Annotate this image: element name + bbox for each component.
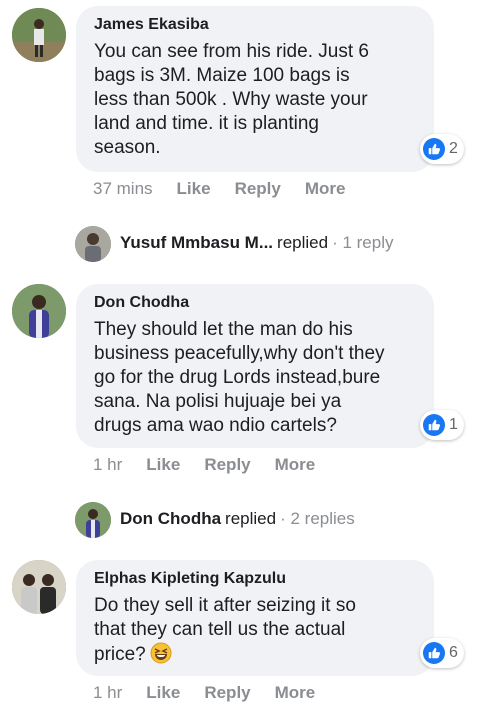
replied-label: replied [225,509,277,528]
like-icon [423,138,445,160]
comment-author[interactable]: James Ekasiba [94,15,416,35]
comment-text: Do they sell it after seizing it so that… [94,594,416,667]
replier-name: Don Chodha [120,509,222,528]
avatar-james-ekasiba[interactable] [12,8,66,62]
like-button[interactable]: Like [146,683,180,703]
view-replies-link[interactable]: Yusuf Mmbasu M... replied · 1 reply [120,233,394,253]
avatar-elphas-kipleting[interactable] [12,560,66,614]
comment-bubble: Elphas Kipleting Kapzulu Do they sell it… [76,560,434,676]
view-replies-link[interactable]: Don Chodha replied · 2 replies [120,509,355,529]
like-button[interactable]: Like [146,455,180,475]
reaction-badge[interactable]: 2 [420,134,464,164]
more-button[interactable]: More [305,179,346,199]
reply-button[interactable]: Reply [204,683,250,703]
comment-text: They should let the man do his business … [94,319,385,436]
comment-actions: 1 hr Like Reply More [93,455,339,475]
comment-actions: 1 hr Like Reply More [93,683,339,703]
comment-bubble: James Ekasiba You can see from his ride.… [76,6,434,172]
more-button[interactable]: More [275,455,316,475]
avatar-don-chodha-small[interactable] [75,502,111,538]
comment-timestamp[interactable]: 1 hr [93,455,122,475]
like-icon [423,642,445,664]
grinning-squinting-face-icon [150,642,172,664]
more-button[interactable]: More [275,683,316,703]
comment-author[interactable]: Elphas Kipleting Kapzulu [94,569,416,589]
reply-count: · 2 replies [280,509,355,528]
reaction-count: 2 [449,140,458,157]
reply-button[interactable]: Reply [235,179,281,199]
avatar-yusuf-mmbasu[interactable] [75,226,111,262]
reaction-count: 1 [449,416,458,433]
replier-name: Yusuf Mmbasu M... [120,233,274,252]
comment-text: You can see from his ride. Just 6 bags i… [94,41,369,158]
comment-timestamp[interactable]: 37 mins [93,179,153,199]
comment-bubble: Don Chodha They should let the man do hi… [76,284,434,448]
comment-text-content: Do they sell it after seizing it so that… [94,595,356,665]
like-icon [423,414,445,436]
comment-author[interactable]: Don Chodha [94,293,416,313]
reaction-badge[interactable]: 1 [420,410,464,440]
reply-button[interactable]: Reply [204,455,250,475]
avatar-don-chodha[interactable] [12,284,66,338]
like-button[interactable]: Like [177,179,211,199]
reaction-badge[interactable]: 6 [420,638,464,668]
reply-count: · 1 reply [332,233,394,252]
replied-label: replied [277,233,329,252]
comment-actions: 37 mins Like Reply More [93,179,369,199]
comment-timestamp[interactable]: 1 hr [93,683,122,703]
reaction-count: 6 [449,644,458,661]
